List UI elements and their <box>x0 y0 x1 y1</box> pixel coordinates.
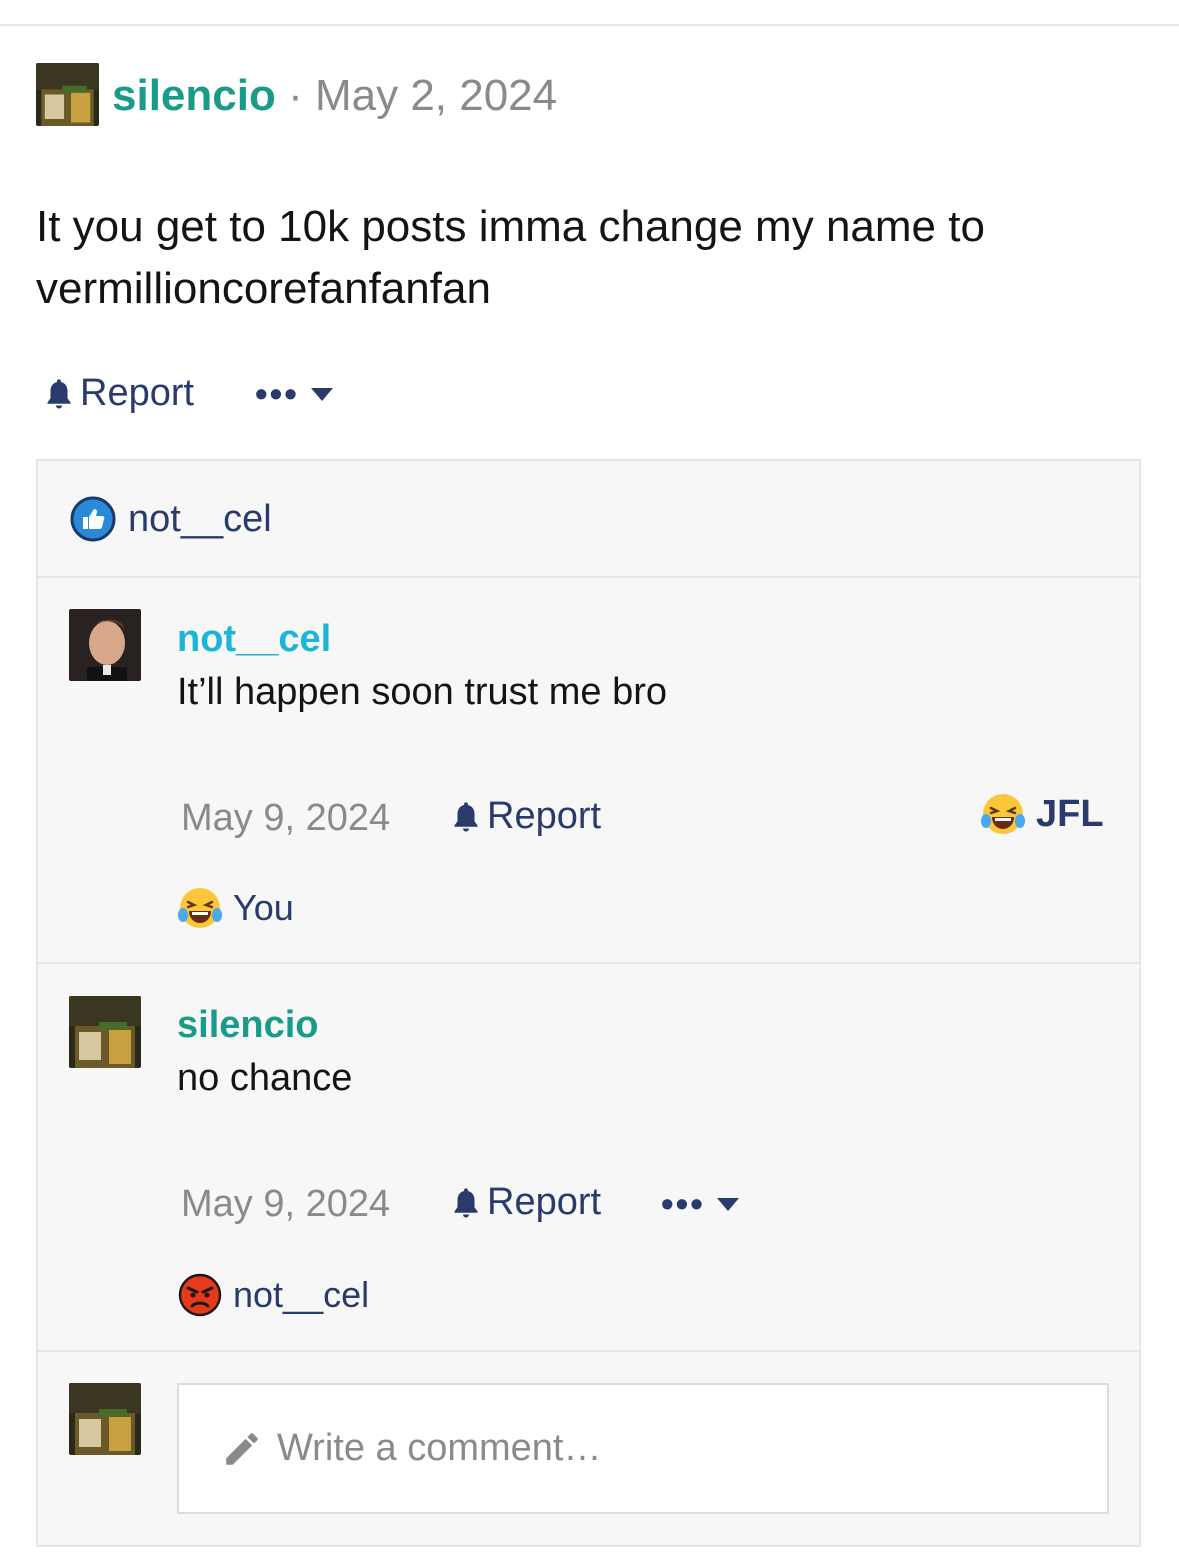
report-label: Report <box>487 795 602 837</box>
comment-text: It’ll happen soon trust me bro <box>177 671 668 713</box>
reaction-button-jfl[interactable]: JFL <box>980 791 1104 837</box>
report-label: Report <box>487 1181 602 1223</box>
comment-reactions[interactable]: You <box>177 885 294 931</box>
likes-row[interactable]: not__cel <box>70 496 272 542</box>
angry-face-emoji-icon <box>178 1273 222 1317</box>
separator: · <box>288 71 303 120</box>
divider <box>36 576 1141 578</box>
avatar <box>69 1383 141 1455</box>
post-report-button[interactable]: Report <box>44 372 194 415</box>
divider <box>36 962 1141 964</box>
divider <box>36 1350 1141 1352</box>
bell-icon <box>47 378 71 409</box>
comment-username[interactable]: not__cel <box>177 617 331 661</box>
reaction-label: JFL <box>1036 792 1104 835</box>
reacted-by: You <box>233 887 294 928</box>
comment-reactions[interactable]: not__cel <box>177 1272 369 1318</box>
post-header: silencio · May 2, 2024 <box>112 70 557 122</box>
thumbs-up-icon <box>70 496 116 542</box>
laughing-crying-emoji-icon <box>981 794 1025 834</box>
more-dots-icon: ••• <box>661 1183 705 1224</box>
comment-input[interactable]: Write a comment… <box>177 1383 1109 1514</box>
comment-report-button[interactable]: Report <box>451 795 601 838</box>
avatar[interactable] <box>69 996 141 1068</box>
comment-date[interactable]: May 9, 2024 <box>181 1181 390 1227</box>
more-dots-icon: ••• <box>255 373 299 414</box>
comment-report-button[interactable]: Report <box>451 1181 601 1224</box>
chevron-down-icon <box>716 1197 739 1211</box>
chevron-down-icon <box>310 387 333 401</box>
post-date[interactable]: May 2, 2024 <box>315 71 557 120</box>
avatar[interactable] <box>69 609 141 681</box>
post-username[interactable]: silencio <box>112 71 276 120</box>
comment-date[interactable]: May 9, 2024 <box>181 795 390 841</box>
post-more-menu[interactable]: ••• <box>255 373 333 414</box>
comment-more-menu[interactable]: ••• <box>661 1183 739 1224</box>
comment-text: no chance <box>177 1057 353 1099</box>
pencil-icon <box>226 1432 258 1465</box>
report-label: Report <box>80 372 195 414</box>
comment-username[interactable]: silencio <box>177 1003 319 1047</box>
bell-icon <box>454 801 478 832</box>
comment-placeholder: Write a comment… <box>277 1427 602 1469</box>
laughing-crying-emoji-icon <box>178 888 222 928</box>
post-body: It you get to 10k posts imma change my n… <box>36 202 985 313</box>
reacted-by: not__cel <box>233 1274 370 1315</box>
top-divider <box>0 24 1179 26</box>
liked-by-user: not__cel <box>128 497 272 540</box>
avatar[interactable] <box>36 63 99 126</box>
bell-icon <box>454 1187 478 1218</box>
